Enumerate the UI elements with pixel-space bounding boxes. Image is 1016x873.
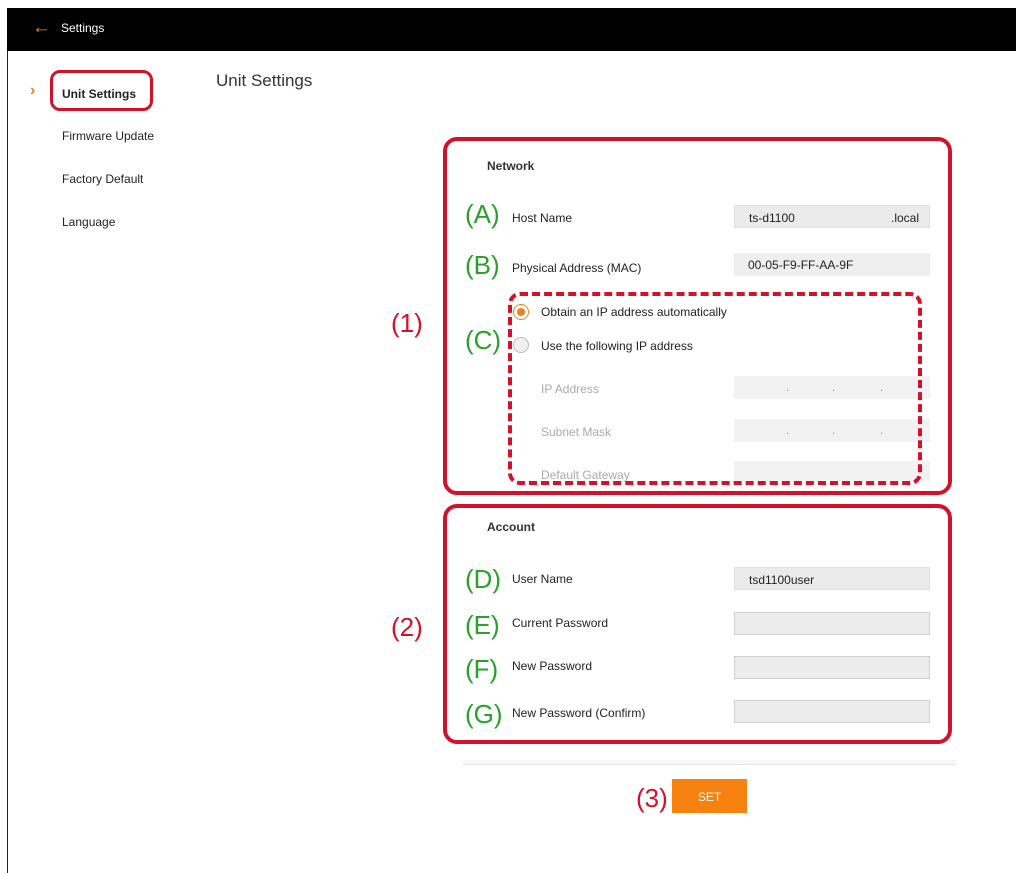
- annotation-box-ip-settings: [508, 292, 922, 485]
- sidebar-item-firmware-update[interactable]: Firmware Update: [62, 129, 154, 143]
- annotation-3: (3): [636, 783, 668, 813]
- page-title: Unit Settings: [216, 71, 313, 90]
- set-button[interactable]: SET: [672, 779, 747, 813]
- chevron-right-icon: ›: [30, 82, 36, 99]
- arrow-left-icon[interactable]: ←: [32, 18, 51, 37]
- annotation-2: (2): [391, 612, 423, 642]
- annotation-1: (1): [391, 308, 423, 338]
- sidebar-item-factory-default[interactable]: Factory Default: [62, 172, 143, 186]
- sidebar-item-language[interactable]: Language: [62, 215, 115, 229]
- annotation-box-account: [443, 504, 952, 744]
- sidebar-item-unit-settings[interactable]: Unit Settings: [62, 87, 136, 101]
- header-title: Settings: [61, 21, 105, 35]
- header-bar: ← Settings: [7, 8, 1016, 51]
